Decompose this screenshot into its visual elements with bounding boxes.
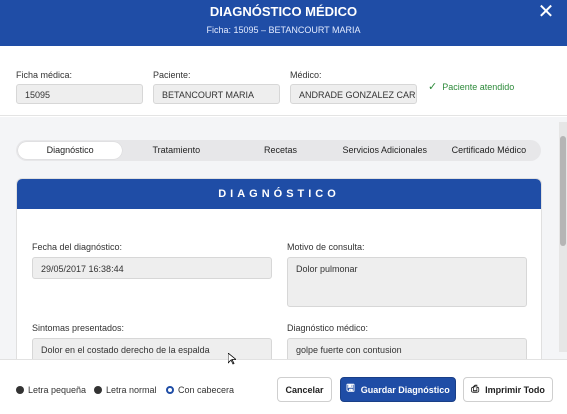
- printer-icon: ⎙: [471, 384, 480, 395]
- ficha-label: Ficha médica:: [16, 70, 73, 80]
- ficha-input[interactable]: 15095: [16, 84, 143, 104]
- mouse-cursor-icon: [228, 353, 236, 365]
- floppy-disk-icon: 🖫: [346, 383, 355, 394]
- paciente-input[interactable]: BETANCOURT MARIA: [153, 84, 280, 104]
- tab-diagnostico[interactable]: Diagnóstico: [18, 142, 123, 159]
- print-button-label: Imprimir Todo: [485, 384, 545, 395]
- tab-certificado-medico[interactable]: Certificado Médico: [437, 140, 541, 161]
- sintomas-label: Sintomas presentados:: [32, 323, 125, 333]
- radio-label: Letra pequeña: [28, 385, 87, 395]
- status-text: Paciente atendido: [442, 81, 515, 92]
- card-heading: DIAGNÓSTICO: [17, 179, 541, 209]
- tab-servicios-adicionales[interactable]: Servicios Adicionales: [333, 140, 437, 161]
- close-icon[interactable]: ✕: [535, 2, 557, 24]
- title-bar: DIAGNÓSTICO MÉDICO Ficha: 15095 – BETANC…: [0, 0, 567, 46]
- motivo-textarea[interactable]: Dolor pulmonar: [287, 257, 527, 307]
- save-diagnosis-button[interactable]: 🖫 Guardar Diagnóstico: [340, 377, 456, 402]
- tab-tratamiento[interactable]: Tratamiento: [124, 140, 228, 161]
- radio-con-cabecera[interactable]: Con cabecera: [166, 385, 234, 395]
- radio-letra-normal[interactable]: Letra normal: [94, 385, 157, 395]
- medico-label: Médico:: [290, 70, 322, 80]
- scrollbar-thumb[interactable]: [560, 136, 566, 246]
- fecha-field: Fecha del diagnóstico: 29/05/2017 16:38:…: [32, 242, 272, 279]
- paciente-label: Paciente:: [153, 70, 191, 80]
- vertical-scrollbar[interactable]: [559, 122, 567, 352]
- cancel-button[interactable]: Cancelar: [277, 377, 332, 402]
- fecha-input[interactable]: 29/05/2017 16:38:44: [32, 257, 272, 279]
- footer-bar: Letra pequeña Letra normal Con cabecera …: [0, 359, 567, 414]
- window-title: DIAGNÓSTICO MÉDICO: [209, 4, 358, 19]
- radio-dot-selected: [166, 386, 174, 394]
- ficha-field: Ficha médica: 15095: [16, 70, 143, 104]
- motivo-field: Motivo de consulta: Dolor pulmonar: [287, 242, 527, 307]
- radio-dot: [16, 386, 24, 394]
- medico-field: Médico: ANDRADE GONZALEZ CARL: [290, 70, 417, 104]
- window-subtitle: Ficha: 15095 – BETANCOURT MARIA: [206, 25, 361, 35]
- print-all-button[interactable]: ⎙ Imprimir Todo: [463, 377, 553, 402]
- medico-input[interactable]: ANDRADE GONZALEZ CARL: [290, 84, 417, 104]
- motivo-label: Motivo de consulta:: [287, 242, 365, 252]
- save-button-label: Guardar Diagnóstico: [360, 384, 450, 395]
- diagnosis-card: DIAGNÓSTICO Fecha del diagnóstico: 29/05…: [16, 178, 542, 378]
- radio-letra-pequena[interactable]: Letra pequeña: [16, 385, 86, 395]
- fecha-label: Fecha del diagnóstico:: [32, 242, 123, 252]
- radio-label: Con cabecera: [178, 385, 235, 395]
- cancel-button-label: Cancelar: [285, 384, 324, 395]
- paciente-field: Paciente: BETANCOURT MARIA: [153, 70, 280, 104]
- radio-dot: [94, 386, 102, 394]
- tab-bar: Diagnóstico Tratamiento Recetas Servicio…: [16, 140, 541, 161]
- radio-label: Letra normal: [106, 385, 157, 395]
- status-badge: ✓ Paciente atendido: [428, 80, 514, 93]
- check-icon: ✓: [428, 81, 438, 93]
- diagnostico-label: Diagnóstico médico:: [287, 323, 369, 333]
- tab-recetas[interactable]: Recetas: [228, 140, 332, 161]
